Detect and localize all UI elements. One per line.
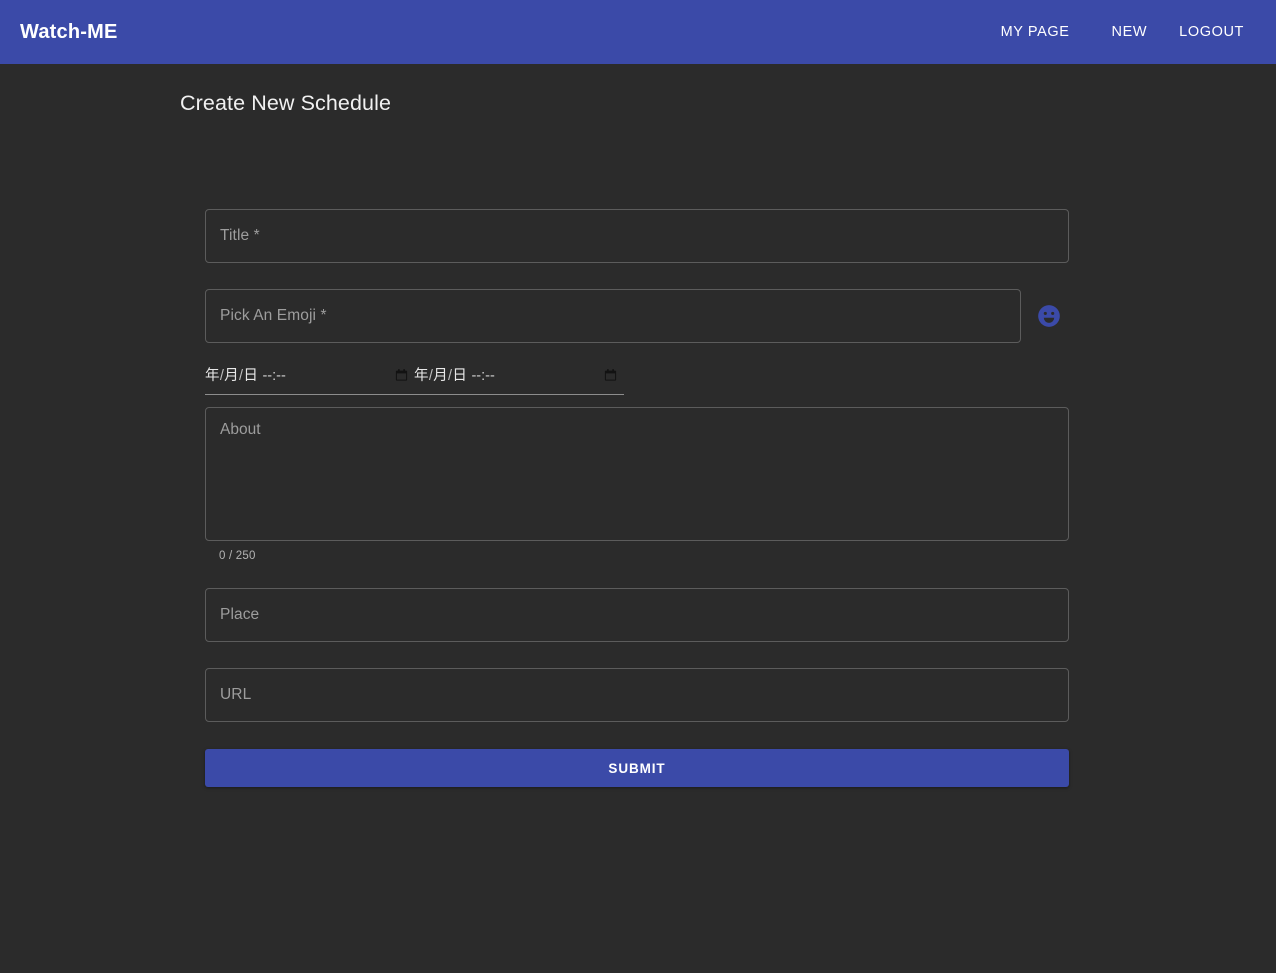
- about-textarea[interactable]: About: [205, 407, 1069, 541]
- end-month-segment[interactable]: 月: [433, 368, 448, 384]
- emoji-placeholder: Pick An Emoji *: [220, 307, 327, 324]
- title-placeholder: Title *: [220, 227, 260, 244]
- end-year-segment[interactable]: 年: [414, 368, 429, 384]
- url-field-row: URL: [205, 668, 1069, 722]
- about-character-counter: 0 / 250: [219, 550, 256, 562]
- smiley-face-icon: [1036, 303, 1062, 329]
- submit-button[interactable]: SUBMIT: [205, 749, 1069, 787]
- start-datetime-input[interactable]: 年/月/日 --:--: [205, 361, 414, 389]
- nav-logout[interactable]: LOGOUT: [1163, 16, 1260, 48]
- app-bar: Watch-ME MY PAGE NEW LOGOUT: [0, 0, 1276, 64]
- about-field-row: About 0 / 250: [205, 407, 1069, 562]
- end-datetime-value: 年/月/日 --:--: [414, 364, 495, 385]
- create-schedule-form: Title * Pick An Emoji * 年/月/日 --:-- 年/月/…: [205, 209, 1069, 787]
- nav-my-page[interactable]: MY PAGE: [985, 16, 1096, 48]
- url-placeholder: URL: [220, 686, 252, 703]
- calendar-icon[interactable]: [603, 367, 618, 382]
- emoji-field-row: Pick An Emoji *: [205, 289, 1069, 343]
- place-field-row: Place: [205, 588, 1069, 642]
- url-input[interactable]: URL: [205, 668, 1069, 722]
- page-body: Create New Schedule Title * Pick An Emoj…: [0, 64, 1276, 973]
- start-year-segment[interactable]: 年: [205, 368, 220, 384]
- title-field-row: Title *: [205, 209, 1069, 263]
- top-navigation: MY PAGE NEW LOGOUT: [985, 16, 1260, 48]
- page-title: Create New Schedule: [180, 91, 392, 115]
- app-brand-title: Watch-ME: [20, 21, 118, 43]
- emoji-picker-button[interactable]: [1029, 296, 1069, 336]
- end-time-segment[interactable]: --:--: [471, 368, 494, 384]
- start-time-segment[interactable]: --:--: [262, 368, 285, 384]
- start-month-segment[interactable]: 月: [224, 368, 239, 384]
- nav-new[interactable]: NEW: [1096, 16, 1164, 48]
- start-day-segment[interactable]: 日: [243, 368, 258, 384]
- place-input[interactable]: Place: [205, 588, 1069, 642]
- end-datetime-input[interactable]: 年/月/日 --:--: [414, 361, 623, 389]
- title-input[interactable]: Title *: [205, 209, 1069, 263]
- start-datetime-value: 年/月/日 --:--: [205, 364, 286, 385]
- emoji-input[interactable]: Pick An Emoji *: [205, 289, 1021, 343]
- place-placeholder: Place: [220, 606, 260, 623]
- calendar-icon[interactable]: [394, 367, 409, 382]
- about-placeholder: About: [220, 421, 261, 438]
- end-day-segment[interactable]: 日: [452, 368, 467, 384]
- datetime-range-row: 年/月/日 --:-- 年/月/日 --:--: [205, 355, 624, 395]
